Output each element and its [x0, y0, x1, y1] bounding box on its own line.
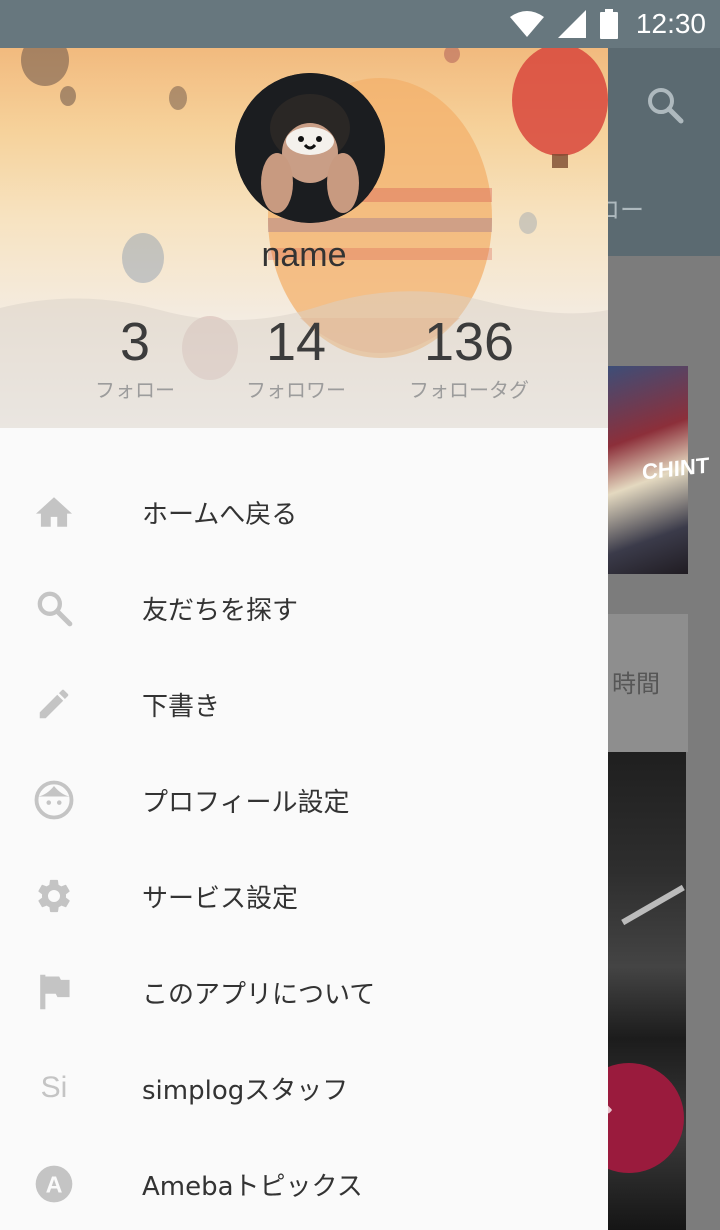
si-icon: Si [40, 1071, 68, 1104]
home-icon [30, 492, 78, 532]
pencil-icon [30, 684, 78, 724]
avatar-photo [235, 73, 385, 223]
profile-avatar[interactable] [235, 73, 385, 223]
stat-value: 14 [265, 312, 327, 372]
menu-item-profile-settings[interactable]: プロフィール設定 [0, 752, 608, 848]
menu-item-find-friends[interactable]: 友だちを探す [0, 560, 608, 656]
stat-label: フォロー [95, 378, 175, 402]
menu-item-simplog-staff[interactable]: Si simplogスタッフ [0, 1040, 608, 1136]
stat-follow-tags[interactable]: 136 フォロータグ [396, 310, 542, 403]
menu-item-label: Amebaトピックス [142, 1172, 363, 1202]
stat-label: フォロワー [246, 378, 346, 402]
menu-item-label: 友だちを探す [142, 596, 299, 626]
profile-name[interactable]: name [0, 236, 608, 275]
stat-label: フォロータグ [409, 378, 529, 402]
status-bar: 12:30 [0, 0, 720, 48]
status-time: 12:30 [635, 8, 706, 39]
feed-card-image[interactable]: CHINT [600, 366, 709, 574]
menu-item-about-app[interactable]: このアプリについて [0, 944, 608, 1040]
battery-icon [599, 9, 618, 39]
drawer-header: name 3 フォロー 14 フォロワー 136 フォロータグ [0, 48, 608, 428]
cell-signal-icon [557, 10, 586, 38]
menu-item-label: ホームへ戻る [142, 500, 298, 530]
card-time-label: 時間 [612, 670, 660, 698]
menu-item-label: プロフィール設定 [142, 788, 350, 818]
menu-item-home[interactable]: ホームへ戻る [0, 464, 608, 560]
menu-item-label: 下書き [142, 692, 221, 722]
search-icon[interactable] [646, 86, 684, 124]
wifi-icon [509, 11, 544, 37]
search-icon [30, 588, 78, 628]
menu-item-service-settings[interactable]: サービス設定 [0, 848, 608, 944]
menu-item-ameba-topics[interactable]: A Amebaトピックス [0, 1136, 608, 1230]
status-icons: 12:30 [509, 8, 706, 40]
navigation-drawer: name 3 フォロー 14 フォロワー 136 フォロータグ ホームへ戻る 友… [0, 48, 608, 1230]
svg-text:A: A [46, 1171, 63, 1197]
menu-item-drafts[interactable]: 下書き [0, 656, 608, 752]
stat-follow[interactable]: 3 フォロー [85, 310, 185, 403]
stat-followers[interactable]: 14 フォロワー [234, 310, 358, 403]
face-icon [30, 780, 78, 820]
menu-item-label: simplogスタッフ [142, 1076, 349, 1106]
feed-card[interactable]: 時間 [600, 614, 688, 752]
gear-icon [30, 876, 78, 916]
stat-value: 136 [423, 312, 515, 372]
stat-value: 3 [119, 312, 151, 372]
flag-icon [30, 972, 78, 1012]
ameba-icon: A [30, 1164, 78, 1204]
menu-item-label: このアプリについて [142, 980, 376, 1010]
menu-item-label: サービス設定 [142, 884, 299, 914]
